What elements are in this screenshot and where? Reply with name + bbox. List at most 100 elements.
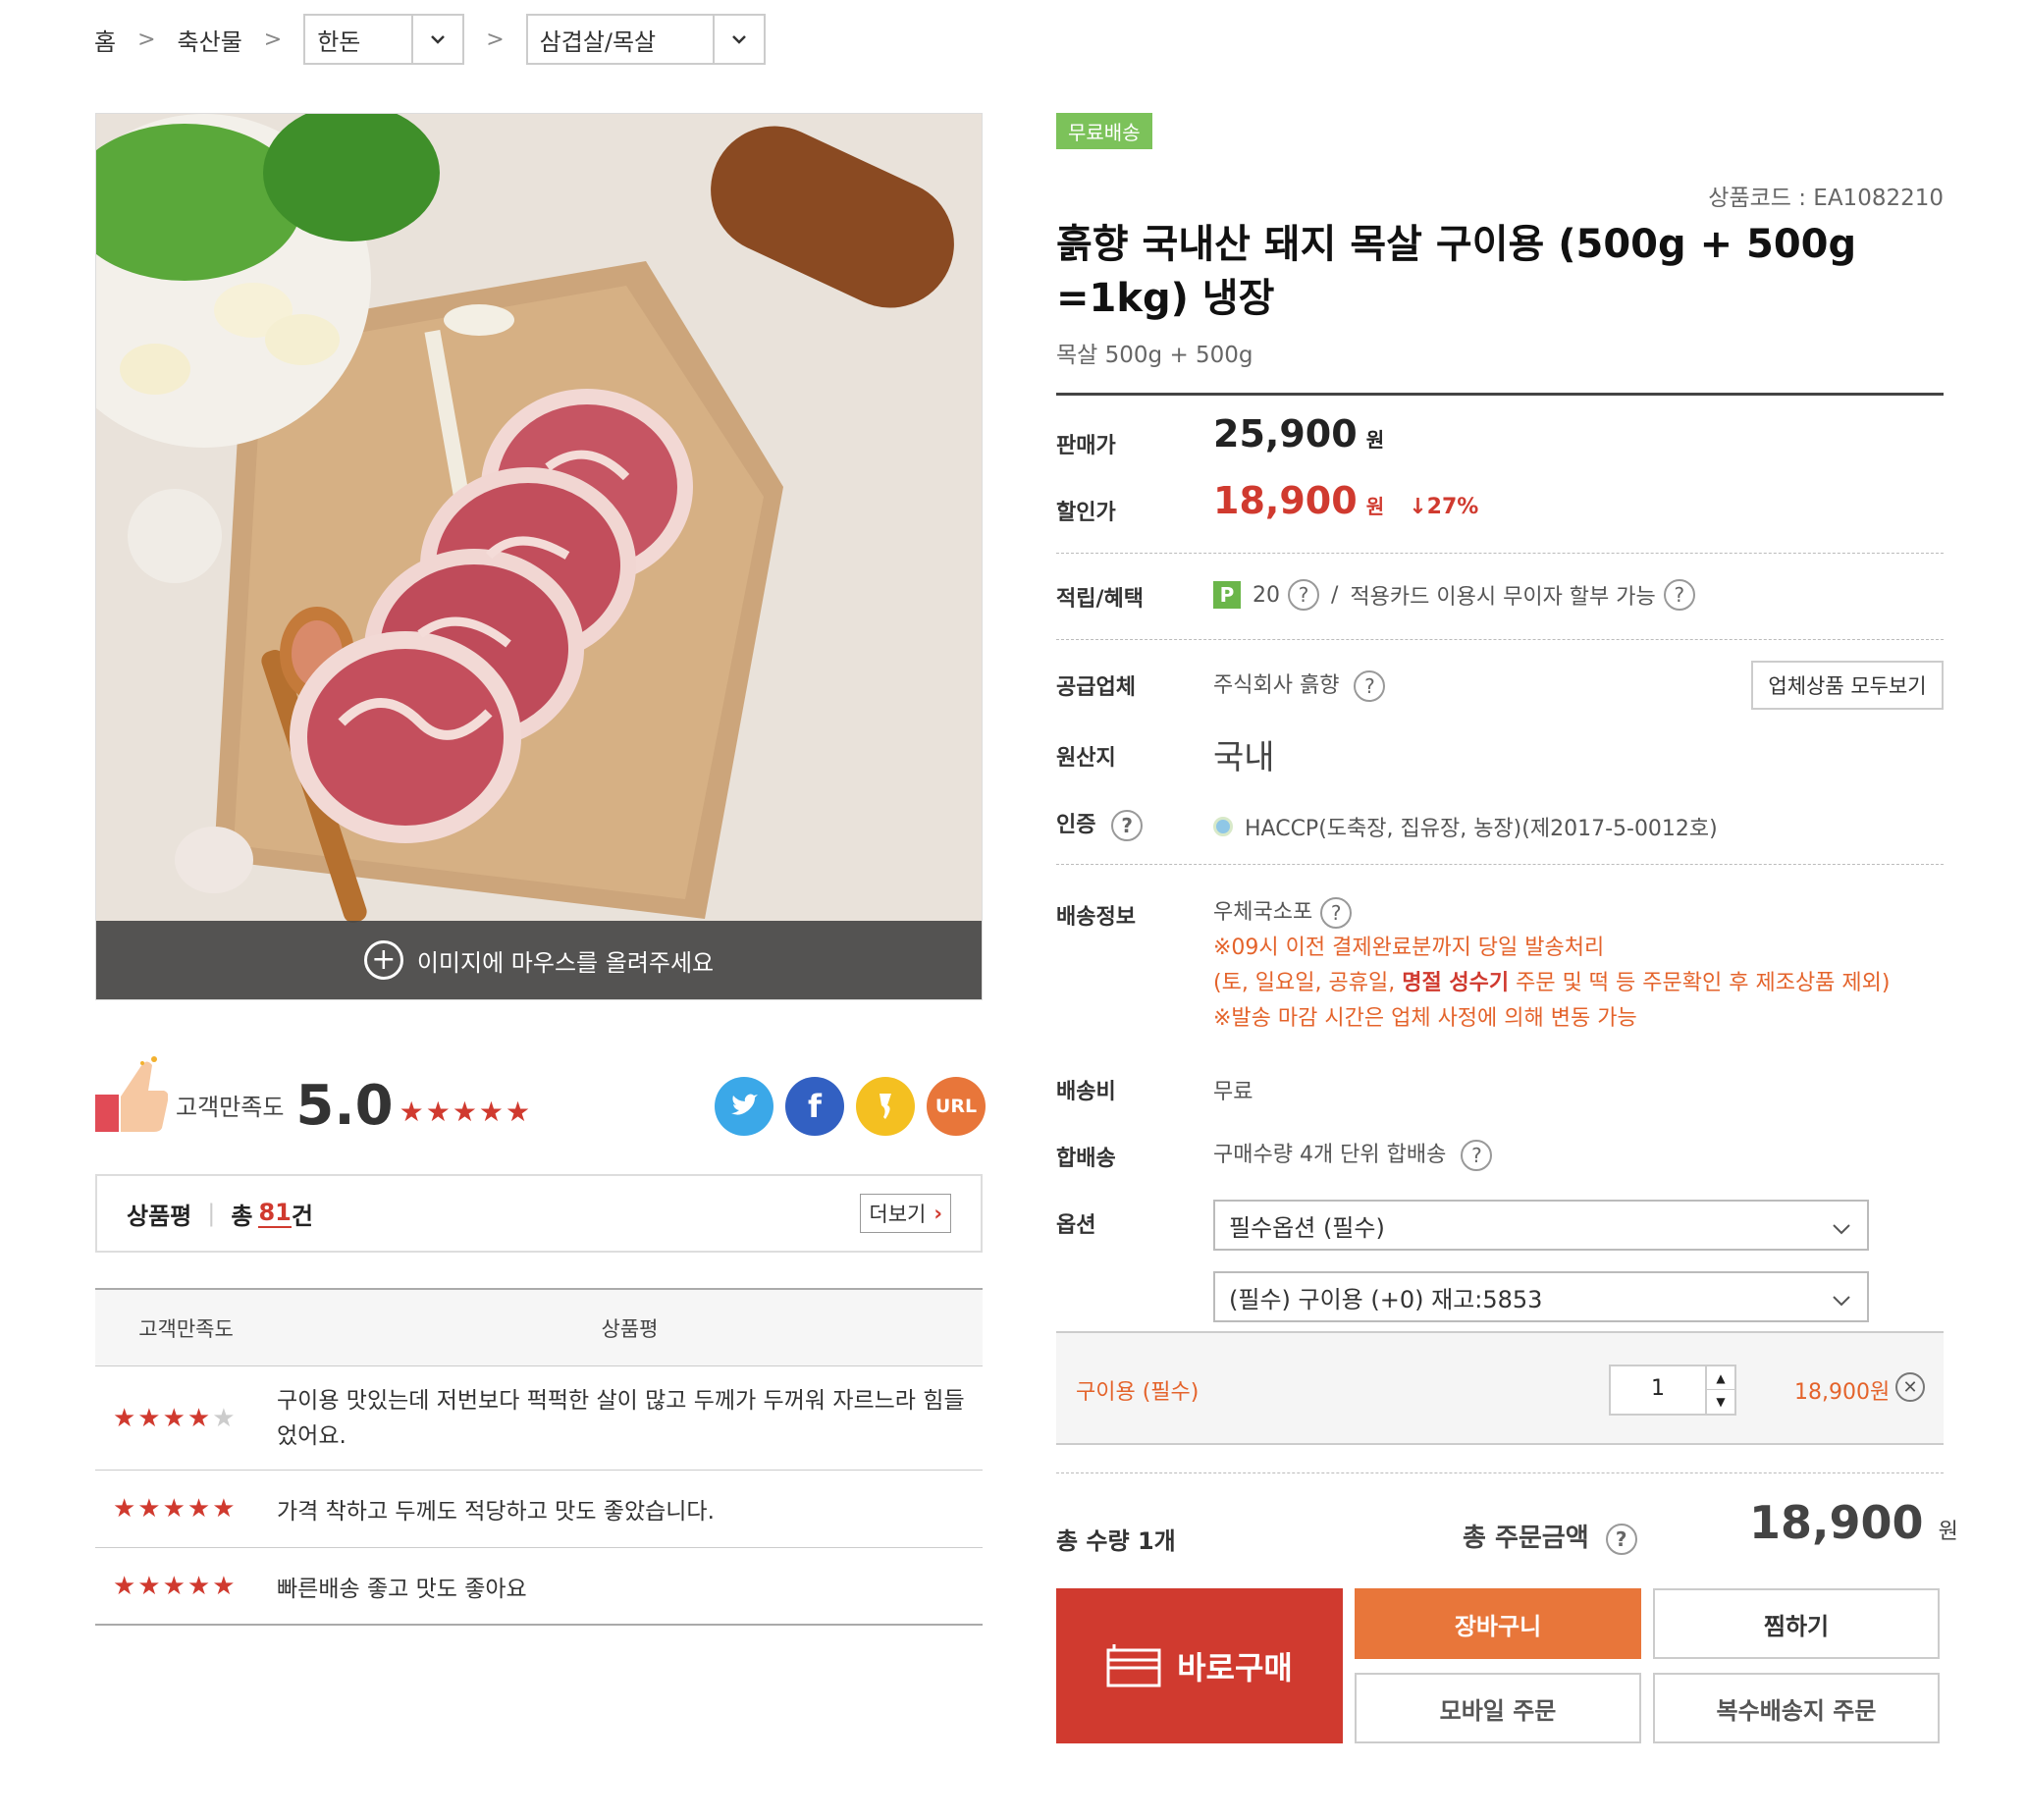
total-amount-label-text: 총 주문금액 (1463, 1524, 1589, 1553)
breadcrumb-home[interactable]: 홈 (94, 23, 116, 57)
divider (1056, 639, 1944, 640)
url-copy-button[interactable]: URL (927, 1077, 986, 1136)
supplier-label: 공급업체 (1056, 675, 1136, 700)
multi-address-order-button[interactable]: 복수배송지 주문 (1653, 1673, 1940, 1743)
review-text: 빠른배송 좋고 맛도 좋아요 (277, 1576, 527, 1602)
product-subtitle: 목살 500g + 500g (1056, 343, 1253, 368)
quantity-decrease-button[interactable]: ▼ (1705, 1390, 1734, 1414)
col-header-review: 상품평 (601, 1316, 659, 1341)
discount-price: 18,900 원 ↓27% (1213, 479, 1478, 522)
col-header-satisfaction: 고객만족도 (138, 1316, 234, 1341)
product-title: 흙향 국내산 돼지 목살 구이용 (500g + 500g =1kg) 냉장 (1056, 222, 1857, 321)
benefit-info: P 20 ? / 적용카드 이용시 무이자 할부 가능 ? (1213, 579, 1695, 611)
haccp-icon (1213, 817, 1233, 836)
help-icon[interactable]: ? (1111, 810, 1144, 841)
quantity-value: 1 (1651, 1376, 1665, 1401)
divider (1056, 393, 1944, 396)
review-table: 고객만족도 상품평 ★★★★★ 구이용 맛있는데 저번보다 퍽퍽한 살이 많고 … (95, 1288, 983, 1626)
review-stars: ★★★★ (113, 1403, 213, 1433)
shipping-label: 배송정보 (1056, 905, 1136, 930)
help-icon[interactable]: ? (1605, 1523, 1637, 1555)
quantity-stepper[interactable]: 1 ▲ ▼ (1609, 1365, 1736, 1416)
free-shipping-badge: 무료배송 (1056, 113, 1152, 149)
review-row[interactable]: ★★★★★ 가격 착하고 두께도 적당하고 맛도 좋았습니다. (95, 1471, 983, 1548)
product-image[interactable]: + 이미지에 마우스를 올려주세요 (95, 113, 983, 1000)
total-amount-label: 총 주문금액 ? (1463, 1518, 1637, 1555)
share-buttons: f URL (715, 1077, 986, 1136)
selected-option-name: 구이용 (필수) (1076, 1380, 1200, 1405)
kakaostory-icon (880, 1094, 891, 1119)
option-select-value: (필수) 구이용 (+0) 재고:5853 (1229, 1285, 1543, 1313)
review-count-suffix: 건 (291, 1202, 313, 1230)
view-all-supplier-products-button[interactable]: 업체상품 모두보기 (1751, 661, 1944, 710)
category-select-2-value: 삼겹살/목살 (539, 27, 657, 56)
divider: | (207, 1200, 216, 1227)
origin-label: 원산지 (1056, 746, 1116, 771)
review-row[interactable]: ★★★★★ 빠른배송 좋고 맛도 좋아요 (95, 1548, 983, 1626)
supplier-info: 주식회사 흙향 ? (1213, 668, 1386, 702)
shipping-info: 우체국소포? ※09시 이전 결제완료분까지 당일 발송처리 (토, 일요일, … (1213, 895, 1890, 1037)
review-table-header: 고객만족도 상품평 (95, 1290, 983, 1366)
zoom-plus-icon: + (363, 940, 403, 980)
kakaostory-share-button[interactable] (856, 1077, 915, 1136)
shipping-fee-label: 배송비 (1056, 1080, 1116, 1104)
divider: / (1331, 582, 1339, 608)
won-unit: 원 (1365, 428, 1385, 452)
remove-option-close-icon[interactable]: ✕ (1895, 1372, 1925, 1402)
review-text: 구이용 맛있는데 저번보다 퍽퍽한 살이 많고 두께가 두꺼워 자르느라 힘들었… (277, 1387, 965, 1449)
help-icon[interactable]: ? (1288, 579, 1319, 611)
chevron-right-icon: > (137, 27, 156, 52)
wishlist-button[interactable]: 찜하기 (1653, 1588, 1940, 1659)
option-label: 옵션 (1056, 1213, 1096, 1238)
buy-now-button[interactable]: 바로구매 (1056, 1588, 1343, 1743)
sale-price: 25,900 원 (1213, 412, 1384, 455)
url-label: URL (934, 1096, 978, 1117)
chevron-down-icon (712, 16, 764, 63)
discount-price-label: 할인가 (1056, 501, 1116, 525)
sale-price-label: 판매가 (1056, 434, 1116, 458)
review-more-button[interactable]: 더보기 › (860, 1194, 951, 1233)
chevron-right-icon: > (486, 27, 505, 52)
cart-button[interactable]: 장바구니 (1355, 1588, 1641, 1659)
chevron-down-icon (1832, 1213, 1851, 1241)
product-photo-illustration (96, 114, 982, 999)
breadcrumb-category[interactable]: 축산물 (178, 23, 242, 57)
category-select-1-value: 한돈 (317, 27, 361, 56)
thumbs-up-icon (95, 1056, 168, 1132)
image-hover-text: 이미지에 마우스를 올려주세요 (416, 948, 715, 977)
review-summary: 상품평 | 총 81 건 더보기 › (95, 1174, 983, 1253)
won-unit: 원 (1938, 1520, 1958, 1544)
total-quantity: 총 수량 1개 (1056, 1527, 1176, 1555)
twitter-icon (731, 1094, 758, 1115)
quantity-increase-button[interactable]: ▲ (1705, 1366, 1734, 1390)
review-count: 81 (258, 1199, 292, 1228)
chevron-right-icon: › (933, 1202, 942, 1225)
chevron-down-icon (411, 16, 462, 63)
help-icon[interactable]: ? (1354, 670, 1386, 702)
facebook-share-button[interactable]: f (785, 1077, 844, 1136)
category-select-2[interactable]: 삼겹살/목살 (525, 14, 766, 65)
twitter-share-button[interactable] (715, 1077, 773, 1136)
cert-value: HACCP(도축장, 집유장, 농장)(제2017-5-0012호) (1245, 817, 1718, 841)
supplier-name: 주식회사 흙향 (1213, 673, 1340, 698)
divider (1056, 1472, 1944, 1473)
mobile-order-button[interactable]: 모바일 주문 (1355, 1673, 1641, 1743)
category-select-1[interactable]: 한돈 (303, 14, 465, 65)
help-icon[interactable]: ? (1461, 1140, 1493, 1171)
option-select-required[interactable]: 필수옵션 (필수) (1213, 1200, 1869, 1251)
won-unit: 원 (1365, 495, 1385, 518)
shipping-note: ※발송 마감 시간은 업체 사정에 의해 변동 가능 (1213, 1006, 1637, 1031)
shipping-note-exceptions: (토, 일요일, 공휴일, 명절 성수기 주문 및 떡 등 주문확인 후 제조상… (1213, 966, 1890, 1001)
cert-info: HACCP(도축장, 집유장, 농장)(제2017-5-0012호) (1213, 811, 1718, 842)
satisfaction-stars: ★★★★★ (399, 1096, 533, 1128)
shipping-method: 우체국소포 (1213, 900, 1313, 925)
satisfaction-label: 고객만족도 (176, 1094, 285, 1121)
review-row[interactable]: ★★★★★ 구이용 맛있는데 저번보다 퍽퍽한 살이 많고 두께가 두꺼워 자르… (95, 1366, 983, 1471)
review-empty-star: ★ (212, 1403, 236, 1433)
shipping-note-part: (토, 일요일, 공휴일, (1213, 971, 1403, 995)
option-select-detail[interactable]: (필수) 구이용 (+0) 재고:5853 (1213, 1271, 1869, 1322)
help-icon[interactable]: ? (1320, 897, 1353, 929)
breadcrumb: 홈 > 축산물 > 한돈 > 삼겹살/목살 (94, 14, 766, 65)
help-icon[interactable]: ? (1663, 579, 1695, 611)
total-amount-value: 18,900 (1749, 1496, 1924, 1549)
